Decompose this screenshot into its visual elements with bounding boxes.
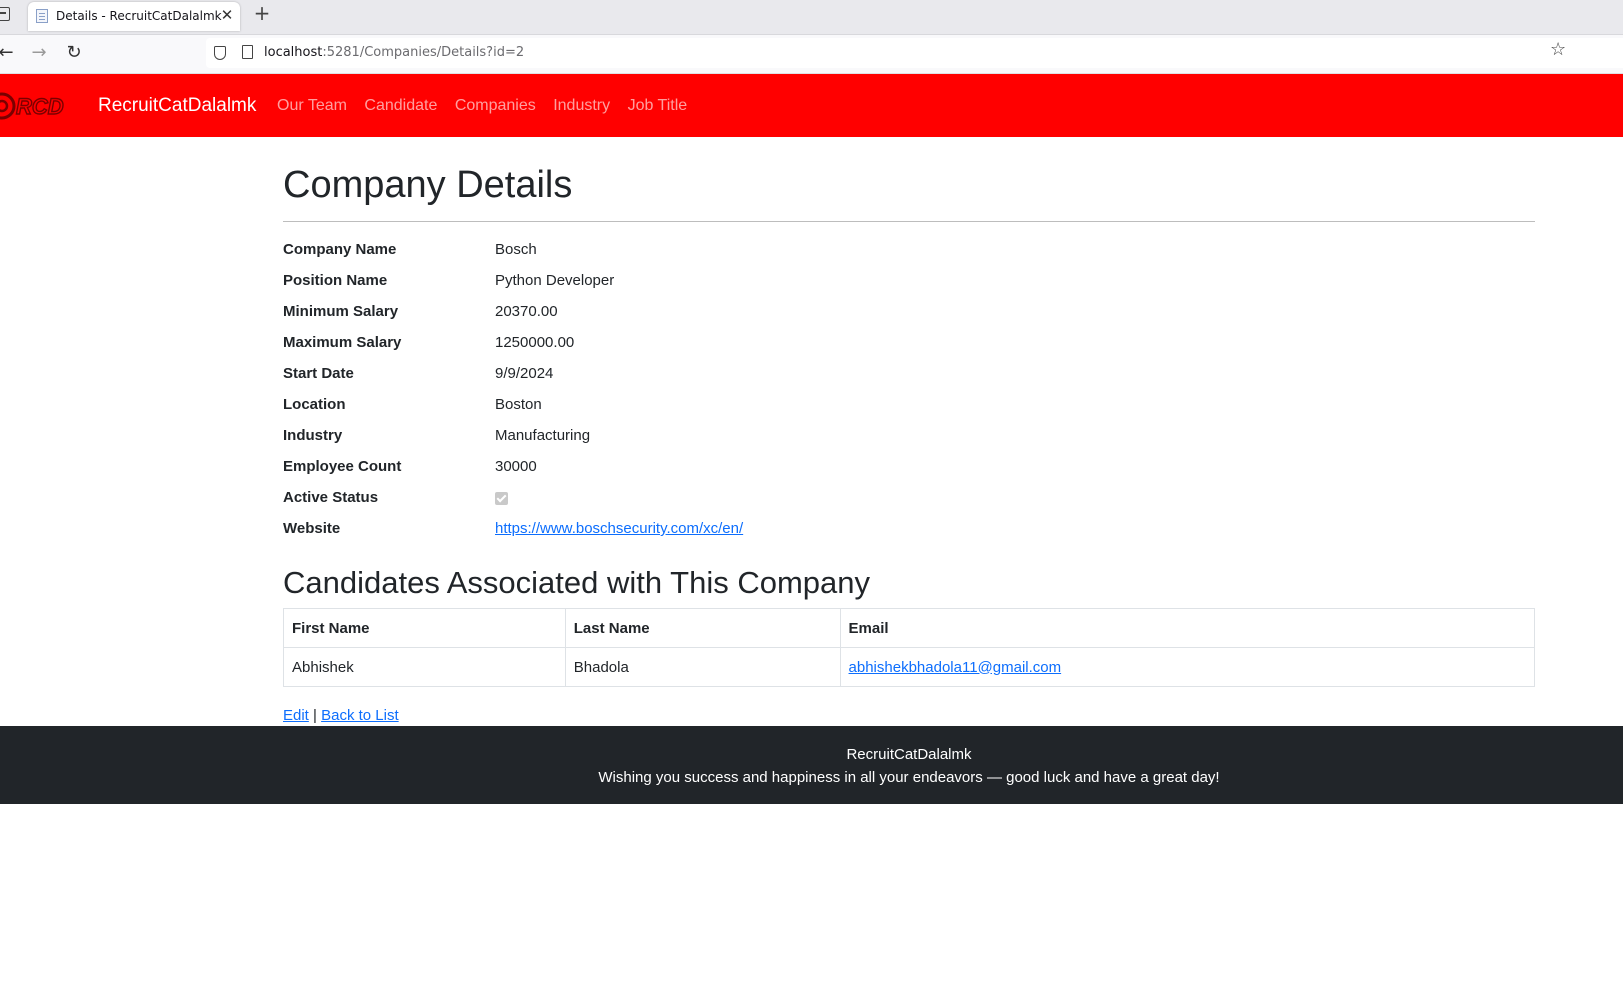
detail-value: Python Developer bbox=[495, 272, 615, 289]
detail-label: Start Date bbox=[283, 365, 354, 382]
rcd-logo-icon[interactable]: RCD bbox=[0, 90, 86, 122]
browser-tab-bar: Details - RecruitCatDalalmk ✕ + bbox=[0, 0, 1623, 35]
column-header-first-name: First Name bbox=[283, 608, 566, 648]
column-header-last-name: Last Name bbox=[564, 608, 841, 648]
detail-value: 20370.00 bbox=[495, 303, 558, 320]
tab-title: Details - RecruitCatDalalmk bbox=[56, 9, 222, 23]
detail-label: Company Name bbox=[283, 241, 397, 258]
detail-value: 9/9/2024 bbox=[495, 365, 554, 382]
site-navbar: RCD RecruitCatDalalmk Our Team Candidate… bbox=[0, 74, 1623, 137]
detail-label: Active Status bbox=[283, 489, 379, 506]
active-status-checkbox bbox=[495, 492, 508, 505]
page-actions: Edit | Back to List bbox=[283, 707, 399, 724]
detail-row-minimum-salary: Minimum Salary 20370.00 bbox=[283, 301, 1535, 332]
back-to-list-link[interactable]: Back to List bbox=[321, 707, 399, 724]
title-divider bbox=[283, 221, 1535, 222]
column-header-email: Email bbox=[839, 608, 1536, 648]
detail-row-website: Website https://www.boschsecurity.com/xc… bbox=[283, 518, 1535, 549]
detail-row-location: Location Boston bbox=[283, 394, 1535, 425]
detail-value: Bosch bbox=[495, 241, 537, 258]
page-info-icon[interactable] bbox=[242, 45, 253, 59]
detail-value: 30000 bbox=[495, 458, 537, 475]
url-bar[interactable]: localhost:5281/Companies/Details?id=2 bbox=[206, 38, 1623, 68]
page-title: Company Details bbox=[283, 164, 573, 206]
detail-value: https://www.boschsecurity.com/xc/en/ bbox=[495, 520, 743, 537]
action-separator: | bbox=[313, 707, 317, 724]
footer-brand: RecruitCatDalalmk bbox=[846, 746, 972, 763]
nav-link-candidate[interactable]: Candidate bbox=[364, 97, 437, 115]
email-link[interactable]: abhishekbhadola11@gmail.com bbox=[849, 659, 1062, 676]
back-arrow-icon[interactable]: ← bbox=[0, 41, 18, 65]
bookmark-star-icon[interactable]: ☆ bbox=[1550, 39, 1566, 60]
candidates-table: First Name Last Name Email Abhishek Bhad… bbox=[283, 608, 1536, 687]
detail-value: Manufacturing bbox=[495, 427, 591, 444]
table-row: Abhishek Bhadola abhishekbhadola11@gmail… bbox=[283, 647, 1536, 687]
browser-tab[interactable]: Details - RecruitCatDalalmk ✕ bbox=[28, 2, 240, 31]
footer-message: Wishing you success and happiness in all… bbox=[598, 769, 1220, 786]
reload-icon[interactable]: ↻ bbox=[62, 41, 86, 65]
detail-label: Position Name bbox=[283, 272, 388, 289]
detail-row-start-date: Start Date 9/9/2024 bbox=[283, 363, 1535, 394]
nav-links: Our Team Candidate Companies Industry Jo… bbox=[277, 97, 700, 115]
detail-label: Employee Count bbox=[283, 458, 402, 475]
new-tab-icon[interactable]: + bbox=[252, 2, 272, 24]
url-host: localhost bbox=[264, 45, 323, 60]
logo-text: RCD bbox=[16, 94, 64, 119]
nav-link-companies[interactable]: Companies bbox=[455, 97, 536, 115]
company-details-list: Company Name Bosch Position Name Python … bbox=[283, 239, 1535, 549]
detail-label: Industry bbox=[283, 427, 343, 444]
shield-icon[interactable] bbox=[214, 46, 226, 60]
website-link[interactable]: https://www.boschsecurity.com/xc/en/ bbox=[495, 520, 743, 537]
detail-label: Minimum Salary bbox=[283, 303, 399, 320]
cell-email: abhishekbhadola11@gmail.com bbox=[839, 647, 1536, 687]
candidates-section-title: Candidates Associated with This Company bbox=[283, 565, 871, 600]
site-footer: RecruitCatDalalmk Wishing you success an… bbox=[0, 726, 1623, 804]
detail-row-active-status: Active Status bbox=[283, 487, 1535, 518]
site-brand-link[interactable]: RecruitCatDalalmk bbox=[98, 95, 256, 117]
edit-link[interactable]: Edit bbox=[283, 707, 309, 724]
detail-row-employee-count: Employee Count 30000 bbox=[283, 456, 1535, 487]
page-favicon-icon bbox=[36, 9, 48, 23]
nav-link-our-team[interactable]: Our Team bbox=[277, 97, 347, 115]
nav-link-job-title[interactable]: Job Title bbox=[628, 97, 688, 115]
table-header-row: First Name Last Name Email bbox=[283, 608, 1536, 648]
detail-row-industry: Industry Manufacturing bbox=[283, 425, 1535, 456]
browser-toolbar: ← → ↻ localhost:5281/Companies/Details?i… bbox=[0, 35, 1623, 74]
forward-arrow-icon[interactable]: → bbox=[27, 41, 51, 65]
detail-row-position-name: Position Name Python Developer bbox=[283, 270, 1535, 301]
url-text[interactable]: localhost:5281/Companies/Details?id=2 bbox=[264, 45, 524, 60]
detail-label: Maximum Salary bbox=[283, 334, 402, 351]
detail-row-company-name: Company Name Bosch bbox=[283, 239, 1535, 270]
detail-value: 1250000.00 bbox=[495, 334, 575, 351]
detail-label: Website bbox=[283, 520, 341, 537]
detail-value: Boston bbox=[495, 396, 542, 413]
cell-last-name: Bhadola bbox=[564, 647, 841, 687]
close-tab-icon[interactable]: ✕ bbox=[218, 6, 236, 24]
cell-first-name: Abhishek bbox=[283, 647, 566, 687]
detail-row-maximum-salary: Maximum Salary 1250000.00 bbox=[283, 332, 1535, 363]
url-path: :5281/Companies/Details?id=2 bbox=[322, 45, 525, 60]
tab-list-icon[interactable] bbox=[0, 7, 10, 21]
nav-link-industry[interactable]: Industry bbox=[553, 97, 610, 115]
detail-label: Location bbox=[283, 396, 346, 413]
